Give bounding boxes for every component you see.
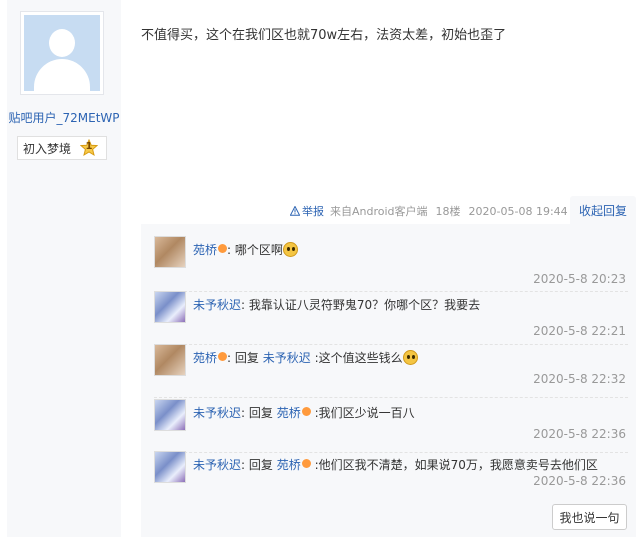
vip-badge-icon: [218, 244, 228, 253]
post-time: 2020-05-08 19:44: [468, 204, 568, 218]
reply-username[interactable]: 苑桥: [193, 243, 217, 257]
list-item: 苑桥: 回复 未予秋迟 :这个值这些钱么 2020-5-8 22:32: [154, 344, 628, 398]
warning-icon: [290, 206, 300, 216]
add-reply-button[interactable]: 我也说一句: [552, 504, 627, 530]
reply-username[interactable]: 未予秋迟: [193, 406, 241, 420]
default-user-avatar-icon: [24, 15, 100, 91]
reply-target[interactable]: 苑桥: [277, 406, 301, 420]
reply-text: :他们区我不清楚，如果说70万，我愿意卖号去他们区: [314, 458, 598, 472]
reply-line: 未予秋迟: 回复 苑桥 :我们区少说一百八: [193, 406, 415, 420]
list-item: 苑桥: 哪个区啊 2020-5-8 20:23: [154, 236, 628, 292]
reply-line: 未予秋迟: 回复 苑桥 :他们区我不清楚，如果说70万，我愿意卖号去他们区: [193, 458, 598, 472]
reply-word: 回复: [234, 351, 259, 365]
reply-text: 我靠认证八灵符野鬼70？你哪个区？我要去: [248, 298, 481, 312]
level-number: 1: [85, 141, 93, 152]
vip-badge-icon: [218, 352, 228, 361]
avatar[interactable]: [154, 451, 186, 483]
avatar[interactable]: [154, 291, 186, 323]
emoji-icon: [282, 242, 298, 257]
reply-time: 2020-5-8 22:36: [533, 474, 626, 488]
reply-username[interactable]: 未予秋迟: [193, 458, 241, 472]
reply-text: 哪个区啊: [234, 243, 283, 257]
reply-text: :我们区少说一百八: [314, 406, 415, 420]
reply-username[interactable]: 苑桥: [193, 351, 217, 365]
avatar[interactable]: [154, 344, 186, 376]
author-username[interactable]: 贴吧用户_72MEtWP: [0, 109, 128, 126]
emoji-icon: [402, 350, 418, 365]
reply-line: 苑桥: 哪个区啊: [193, 241, 298, 258]
avatar[interactable]: [154, 399, 186, 431]
reply-line: 未予秋迟: 我靠认证八灵符野鬼70？你哪个区？我要去: [193, 298, 481, 312]
collapse-replies-button[interactable]: 收起回复: [570, 196, 636, 224]
vip-badge-icon: [301, 407, 311, 416]
reply-word: 回复: [248, 458, 273, 472]
post-source: 来自Android客户端: [330, 205, 428, 218]
reply-list: 苑桥: 哪个区啊 2020-5-8 20:23 未予秋迟: 我靠认证八灵符野鬼7…: [141, 224, 636, 537]
reply-text: :这个值这些钱么: [314, 351, 403, 365]
post-floor: 18楼: [435, 205, 461, 218]
vip-badge-icon: [301, 459, 311, 468]
reply-time: 2020-5-8 22:32: [533, 372, 626, 386]
list-item: 未予秋迟: 回复 苑桥 :我们区少说一百八 2020-5-8 22:36: [154, 399, 628, 453]
report-label: 举报: [302, 205, 324, 218]
report-link[interactable]: 举报: [290, 203, 324, 219]
list-item: 未予秋迟: 回复 苑桥 :他们区我不清楚，如果说70万，我愿意卖号去他们区 20…: [154, 451, 628, 494]
reply-target[interactable]: 苑桥: [277, 458, 301, 472]
reply-target[interactable]: 未予秋迟: [263, 351, 311, 365]
reply-line: 苑桥: 回复 未予秋迟 :这个值这些钱么: [193, 349, 418, 366]
level-title: 初入梦境: [23, 141, 72, 156]
reply-time: 2020-5-8 20:23: [533, 272, 626, 286]
list-item: 未予秋迟: 我靠认证八灵符野鬼70？你哪个区？我要去 2020-5-8 22:2…: [154, 291, 628, 345]
reply-word: 回复: [248, 406, 273, 420]
level-badge[interactable]: 初入梦境 1: [17, 136, 107, 160]
reply-username[interactable]: 未予秋迟: [193, 298, 241, 312]
author-avatar[interactable]: [20, 11, 104, 95]
reply-time: 2020-5-8 22:36: [533, 427, 626, 441]
reply-time: 2020-5-8 22:21: [533, 324, 626, 338]
avatar[interactable]: [154, 236, 186, 268]
post-content: 不值得买，这个在我们区也就70w左右，法资太差，初始也歪了: [141, 28, 507, 43]
level-star-icon: 1: [80, 139, 99, 157]
